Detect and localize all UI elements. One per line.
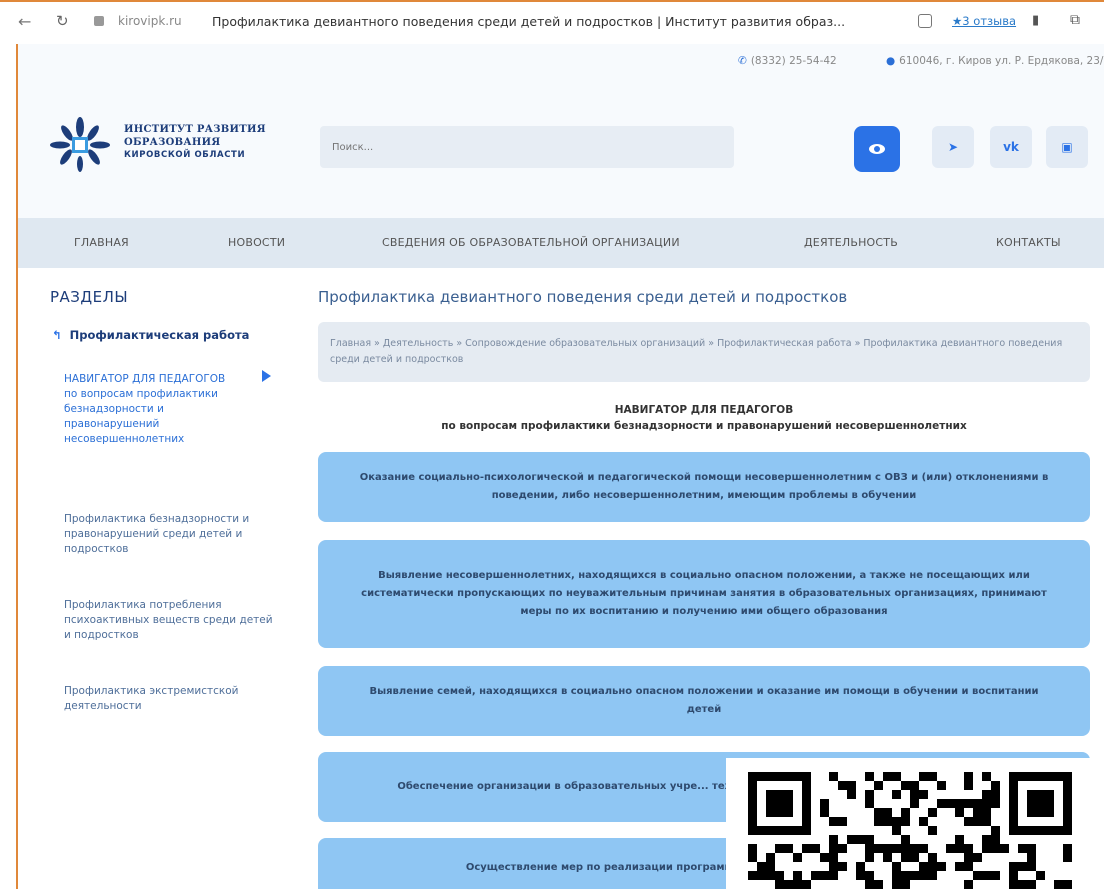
page-title: Профилактика девиантного поведения среди… (318, 288, 848, 306)
site-info-icon[interactable] (94, 16, 104, 26)
site-header: ИНСТИТУТ РАЗВИТИЯ ОБРАЗОВАНИЯ КИРОВСКОЙ … (18, 80, 1104, 218)
logo-line-3: КИРОВСКОЙ ОБЛАСТИ (124, 150, 246, 160)
nav-item-home[interactable]: ГЛАВНАЯ (74, 236, 129, 249)
navigator-card[interactable]: Выявление семей, находящихся в социально… (318, 666, 1090, 736)
logo-text[interactable]: ИНСТИТУТ РАЗВИТИЯ ОБРАЗОВАНИЯ КИРОВСКОЙ … (124, 123, 266, 162)
breadcrumb[interactable]: Главная » Деятельность » Сопровождение о… (318, 322, 1090, 382)
telegram-icon: ➤ (947, 140, 959, 154)
telegram-button[interactable]: ➤ (932, 126, 974, 168)
institute-logo-icon[interactable] (50, 115, 110, 175)
nav-item-org-info[interactable]: СВЕДЕНИЯ ОБ ОБРАЗОВАТЕЛЬНОЙ ОРГАНИЗАЦИИ (382, 236, 680, 249)
navigator-heading-line-1: НАВИГАТОР ДЛЯ ПЕДАГОГОВ (614, 404, 794, 416)
contact-strip: ✆ (8332) 25-54-42 ● 610046, г. Киров ул. Р… (18, 44, 1104, 80)
vk-button[interactable]: vk (990, 126, 1032, 168)
qr-code-image (726, 758, 1104, 889)
navigator-card[interactable]: Выявление несовершеннолетних, находящихс… (318, 540, 1090, 648)
back-arrow-icon: ↰ (52, 328, 62, 342)
sidebar-item-substance-prevention[interactable]: Профилактика потребления психоактивных в… (64, 598, 274, 643)
sidebar-parent-label: Профилактическая работа (69, 328, 250, 342)
ok-button[interactable]: ▣ (1046, 126, 1088, 168)
main-nav: ГЛАВНАЯ НОВОСТИ СВЕДЕНИЯ ОБ ОБРАЗОВАТЕЛЬ… (18, 218, 1104, 268)
reload-icon[interactable]: ↻ (56, 12, 69, 30)
navigator-card[interactable]: Оказание социально-психологической и пед… (318, 452, 1090, 522)
accessibility-button[interactable] (854, 126, 900, 172)
sidebar-parent-link[interactable]: ↰ Профилактическая работа (52, 328, 249, 342)
phone-contact[interactable]: ✆ (8332) 25-54-42 (738, 55, 837, 67)
extension-icon[interactable] (918, 14, 932, 28)
ok-icon: ▣ (1061, 140, 1073, 154)
reader-mode-icon[interactable]: ⧉ (1070, 12, 1080, 28)
sidebar-title: РАЗДЕЛЫ (50, 288, 129, 306)
bookmark-icon[interactable]: ▮ (1032, 13, 1039, 28)
location-pin-icon: ● (886, 55, 896, 67)
eye-icon (869, 144, 885, 154)
sidebar-item-extremism-prevention[interactable]: Профилактика экстремистской деятельности (64, 684, 274, 714)
navigator-heading-line-2: по вопросам профилактики безнадзорности … (441, 420, 967, 432)
address-text: 610046, г. Киров ул. Р. Ердякова, 23/2 (899, 55, 1104, 67)
nav-item-news[interactable]: НОВОСТИ (228, 236, 285, 249)
search-input[interactable] (320, 126, 734, 168)
logo-line-1: ИНСТИТУТ РАЗВИТИЯ (124, 124, 266, 135)
play-icon[interactable] (262, 370, 271, 382)
back-arrow-icon[interactable]: ← (18, 12, 31, 31)
navigator-heading: НАВИГАТОР ДЛЯ ПЕДАГОГОВ по вопросам проф… (318, 402, 1090, 434)
nav-item-activity[interactable]: ДЕЯТЕЛЬНОСТЬ (804, 236, 898, 249)
page-tab-title: Профилактика девиантного поведения среди… (212, 14, 846, 29)
reviews-link[interactable]: ★3 отзыва (952, 14, 1016, 28)
nav-item-contacts[interactable]: КОНТАКТЫ (996, 236, 1061, 249)
phone-number: (8332) 25-54-42 (750, 55, 837, 67)
vk-icon: vk (1003, 140, 1019, 154)
sidebar-item-neglect-prevention[interactable]: Профилактика безнадзорности и правонаруш… (64, 512, 284, 557)
address-contact[interactable]: ● 610046, г. Киров ул. Р. Ердякова, 23/2 (886, 55, 1104, 67)
url-domain[interactable]: kirovipk.ru (118, 14, 182, 28)
phone-icon: ✆ (738, 55, 747, 67)
sidebar-item-navigator[interactable]: НАВИГАТОР ДЛЯ ПЕДАГОГОВ по вопросам проф… (64, 372, 234, 447)
browser-bar: ← ↻ kirovipk.ru Профилактика девиантного… (0, 2, 1104, 44)
logo-line-2: ОБРАЗОВАНИЯ (124, 137, 221, 148)
